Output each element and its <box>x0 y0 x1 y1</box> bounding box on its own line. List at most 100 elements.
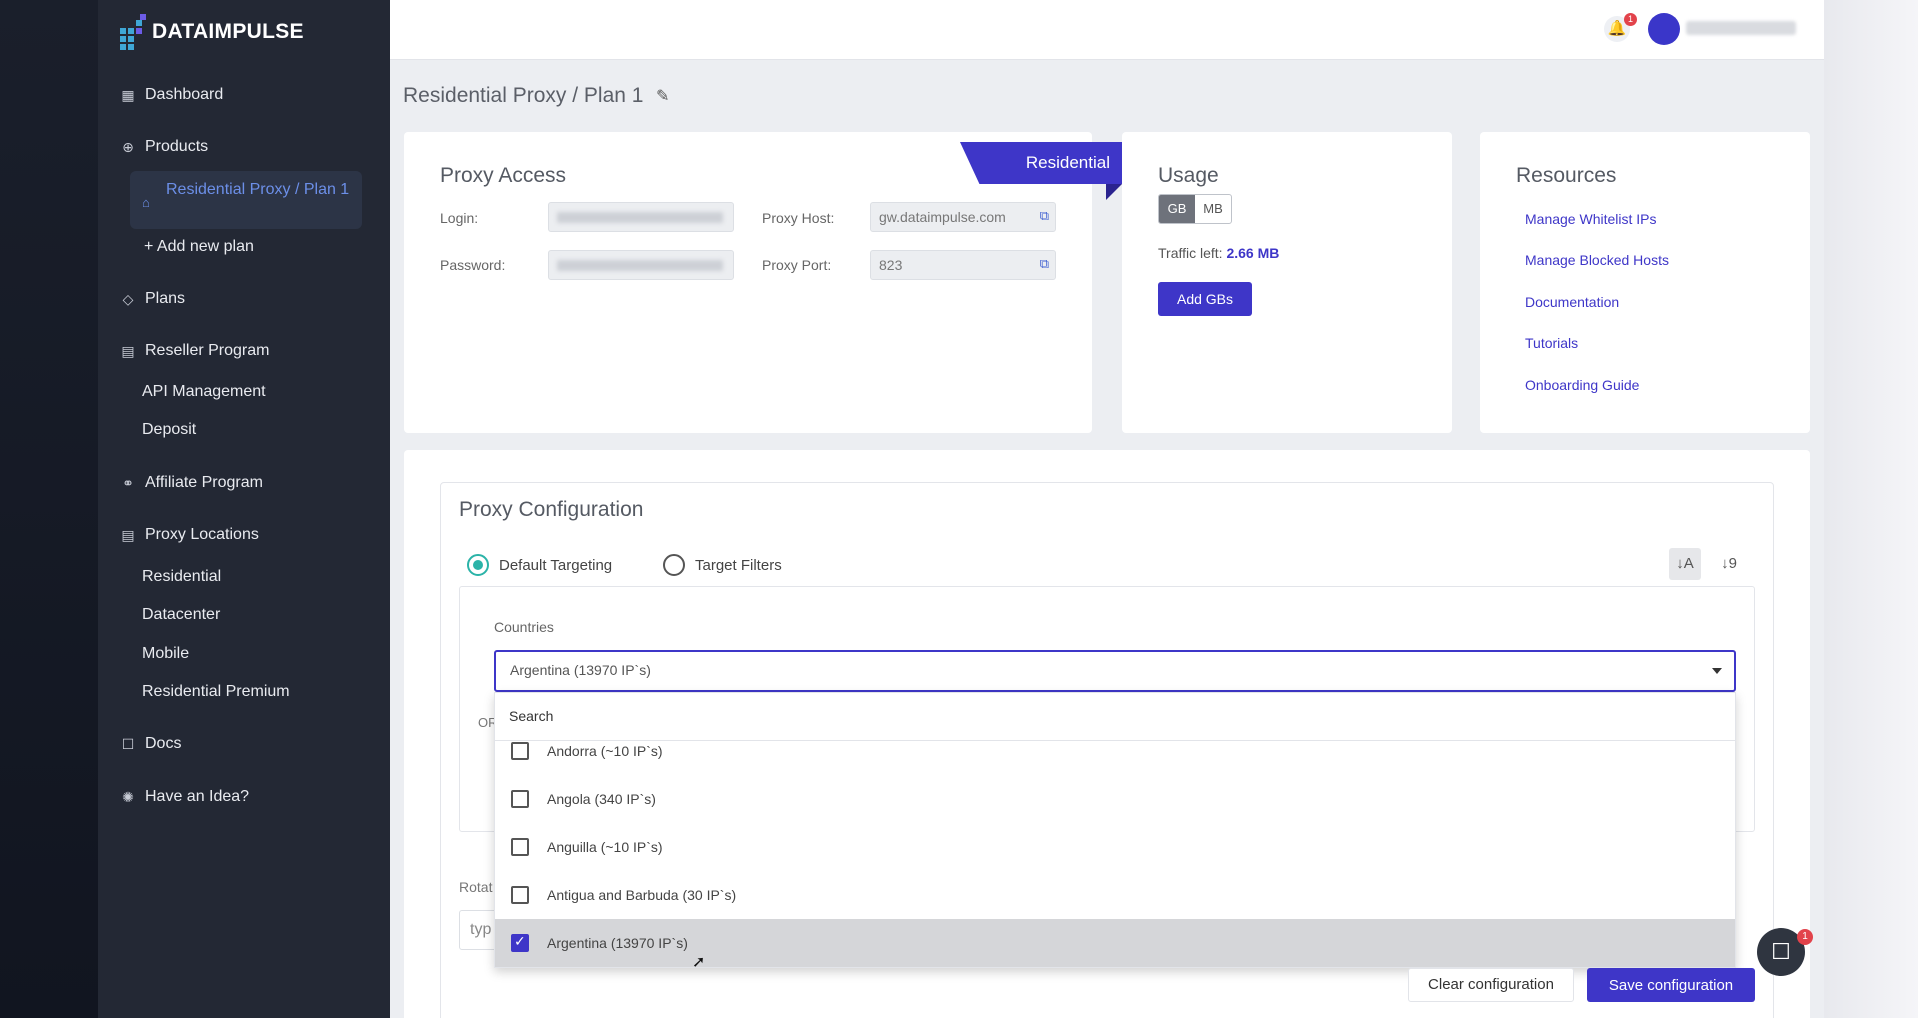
sidebar-item-datacenter[interactable]: Datacenter <box>142 606 220 624</box>
countries-dropdown: Search Andorra (~10 IP`s) Angola (340 IP… <box>494 692 1736 968</box>
save-configuration-button[interactable]: Save configuration <box>1587 968 1755 1002</box>
traffic-label: Traffic left: <box>1158 245 1223 261</box>
resources-title: Resources <box>1516 164 1617 187</box>
page-title: Residential Proxy / Plan 1 <box>403 84 644 107</box>
country-option-selected[interactable]: Argentina (13970 IP`s) <box>495 919 1735 967</box>
traffic-value: 2.66 MB <box>1226 245 1280 261</box>
edit-pencil-icon[interactable]: ✎ <box>656 86 669 106</box>
link-manage-blocked-hosts[interactable]: Manage Blocked Hosts <box>1525 252 1669 268</box>
sidebar-item-label: Reseller Program <box>145 342 270 359</box>
globe-icon: ⊕ <box>122 139 134 155</box>
ribbon-fold <box>1106 184 1122 200</box>
sidebar: DATAIMPULSE ▦ Dashboard ⊕ Products ⌂ Res… <box>98 0 390 1018</box>
country-option-label: Argentina (13970 IP`s) <box>547 935 688 951</box>
country-option-label: Antigua and Barbuda (30 IP`s) <box>547 887 737 903</box>
sidebar-item-api-management[interactable]: API Management <box>142 383 266 401</box>
country-option[interactable]: Anguilla (~10 IP`s) <box>495 823 1735 871</box>
proxy-host-label: Proxy Host: <box>762 210 835 226</box>
tag-icon: ◇ <box>122 291 134 307</box>
sidebar-item-reseller[interactable]: ▤ Reseller Program <box>120 342 269 360</box>
mouse-cursor-icon: ➚ <box>692 954 706 971</box>
sidebar-item-dashboard[interactable]: ▦ Dashboard <box>120 86 223 104</box>
sidebar-item-label: Products <box>145 138 209 155</box>
link-manage-whitelist-ips[interactable]: Manage Whitelist IPs <box>1525 211 1657 227</box>
sidebar-item-products[interactable]: ⊕ Products <box>120 138 208 156</box>
traffic-left: Traffic left: 2.66 MB <box>1158 245 1279 261</box>
country-option-label: Andorra (~10 IP`s) <box>547 743 663 759</box>
lightbulb-icon: ✺ <box>122 789 134 805</box>
sidebar-item-label: Dashboard <box>145 86 224 103</box>
copy-icon[interactable]: ⧉ <box>1040 208 1049 224</box>
outer-frame-right <box>1824 0 1918 1018</box>
unit-toggle: GB MB <box>1158 194 1232 224</box>
radio-label: Target Filters <box>695 556 782 574</box>
link-onboarding-guide[interactable]: Onboarding Guide <box>1525 377 1639 393</box>
sidebar-item-plans[interactable]: ◇ Plans <box>120 290 185 308</box>
sidebar-item-residential[interactable]: Residential <box>142 568 221 586</box>
sort-alpha-icon[interactable]: ↓A <box>1669 548 1701 580</box>
sidebar-item-proxy-locations[interactable]: ▤ Proxy Locations <box>120 526 259 544</box>
username-redacted[interactable] <box>1686 21 1796 35</box>
password-field[interactable] <box>548 250 734 280</box>
country-option[interactable]: Angola (340 IP`s) <box>495 775 1735 823</box>
chevron-down-icon <box>1712 668 1722 674</box>
grid-icon: ▤ <box>121 527 135 543</box>
login-label: Login: <box>440 210 479 226</box>
docs-icon: ☐ <box>121 736 135 752</box>
sidebar-item-idea[interactable]: ✺ Have an Idea? <box>120 788 249 806</box>
countries-select[interactable]: Argentina (13970 IP`s) <box>494 650 1736 692</box>
country-option[interactable]: Andorra (~10 IP`s) <box>495 727 1735 775</box>
logo[interactable]: DATAIMPULSE <box>120 14 304 50</box>
radio-target-filters[interactable]: Target Filters <box>663 554 782 576</box>
sidebar-item-label: Have an Idea? <box>145 788 250 805</box>
sidebar-item-deposit[interactable]: Deposit <box>142 421 196 439</box>
plan-type-ribbon: Residential <box>960 142 1122 184</box>
checkbox-icon <box>511 886 529 904</box>
country-option[interactable]: Antigua and Barbuda (30 IP`s) <box>495 871 1735 919</box>
checkbox-icon <box>511 838 529 856</box>
radio-unselected-icon <box>663 554 685 576</box>
sidebar-item-active-plan[interactable]: ⌂ Residential Proxy / Plan 1 <box>130 171 362 229</box>
proxy-port-field[interactable]: 823 ⧉ <box>870 250 1056 280</box>
sidebar-item-label: Proxy Locations <box>145 526 259 543</box>
proxy-access-title: Proxy Access <box>440 164 567 187</box>
unit-gb-button[interactable]: GB <box>1159 195 1195 223</box>
sidebar-item-label: Affiliate Program <box>145 474 263 491</box>
proxy-access-card: Proxy Access Residential Login: Password… <box>404 132 1122 433</box>
checkbox-icon <box>511 742 529 760</box>
outer-frame-left <box>0 0 98 1018</box>
checkbox-icon <box>511 790 529 808</box>
top-bar: 🔔 1 <box>390 0 1824 60</box>
rotation-label: Rotat <box>459 879 493 895</box>
proxy-host-value: gw.dataimpulse.com <box>879 209 1006 225</box>
sidebar-item-residential-premium[interactable]: Residential Premium <box>142 683 290 701</box>
proxy-host-field[interactable]: gw.dataimpulse.com ⧉ <box>870 202 1056 232</box>
avatar[interactable] <box>1648 13 1680 45</box>
sidebar-item-docs[interactable]: ☐ Docs <box>120 735 182 753</box>
grid-icon: ▤ <box>121 343 135 359</box>
sidebar-item-label: Docs <box>145 735 182 752</box>
radio-label: Default Targeting <box>499 556 613 574</box>
sort-numeric-icon[interactable]: ↓9 <box>1713 548 1745 580</box>
handshake-icon: ⚭ <box>122 475 134 491</box>
unit-mb-button[interactable]: MB <box>1195 195 1231 223</box>
usage-title: Usage <box>1158 164 1219 187</box>
sidebar-item-affiliate[interactable]: ⚭ Affiliate Program <box>120 474 263 492</box>
add-gbs-button[interactable]: Add GBs <box>1158 282 1252 316</box>
country-option-label: Anguilla (~10 IP`s) <box>547 839 663 855</box>
password-label: Password: <box>440 257 506 273</box>
radio-default-targeting[interactable]: Default Targeting <box>467 554 612 576</box>
sidebar-item-mobile[interactable]: Mobile <box>142 645 189 663</box>
login-field[interactable] <box>548 202 734 232</box>
clear-configuration-button[interactable]: Clear configuration <box>1408 968 1574 1002</box>
sidebar-item-add-plan[interactable]: + Add new plan <box>144 238 254 256</box>
brand-name: DATAIMPULSE <box>152 20 304 43</box>
copy-icon[interactable]: ⧉ <box>1040 256 1049 272</box>
proxy-port-value: 823 <box>879 257 903 273</box>
link-tutorials[interactable]: Tutorials <box>1525 335 1578 351</box>
radio-selected-icon <box>467 554 489 576</box>
logo-mark-icon <box>120 14 146 50</box>
countries-selected-value: Argentina (13970 IP`s) <box>510 662 651 678</box>
checkbox-checked-icon <box>511 933 529 952</box>
link-documentation[interactable]: Documentation <box>1525 294 1619 310</box>
